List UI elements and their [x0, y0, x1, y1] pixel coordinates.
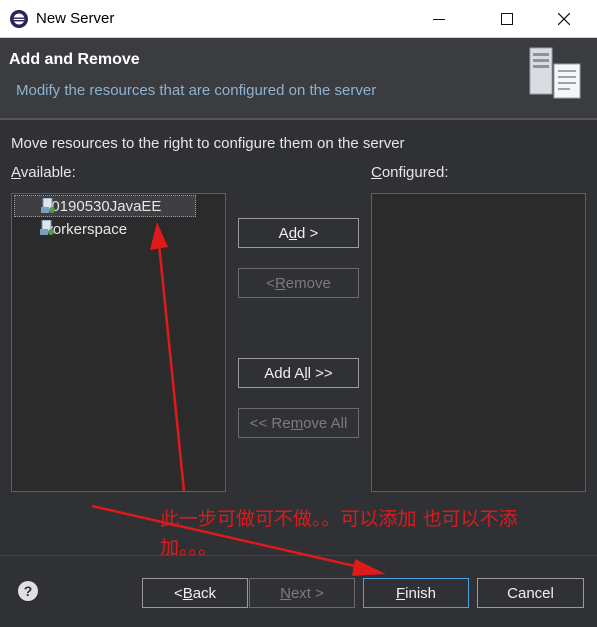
instruction-text: Move resources to the right to configure… — [11, 135, 405, 152]
project-icon — [41, 198, 55, 213]
remove-all-button[interactable]: << Re m ove All — [238, 408, 359, 438]
project-icon — [40, 220, 54, 235]
minimize-button[interactable] — [416, 0, 462, 38]
list-item-available-1[interactable]: workerspace — [14, 218, 196, 240]
page-subtitle: Modify the resources that are configured… — [16, 82, 377, 99]
list-item-label: workerspace — [42, 220, 128, 238]
eclipse-app-icon — [10, 10, 28, 28]
page-title: Add and Remove — [9, 51, 140, 68]
add-all-button[interactable]: Add All >> — [238, 358, 359, 388]
minimize-icon — [433, 19, 445, 20]
close-button[interactable] — [541, 0, 587, 38]
maximize-icon — [501, 13, 513, 25]
footer-divider — [0, 555, 597, 556]
list-item-label: 20190530JavaEE — [43, 197, 162, 215]
remove-button[interactable]: < Remove — [238, 268, 359, 298]
configured-label: Configured: — [371, 164, 449, 181]
close-icon — [558, 13, 570, 25]
title-bar: New Server — [0, 0, 597, 38]
back-button[interactable]: < Back — [142, 578, 248, 608]
window-title: New Server — [36, 10, 115, 27]
available-label: Available: — [11, 164, 76, 181]
next-button[interactable]: Next > — [249, 578, 355, 608]
wizard-header — [0, 38, 597, 118]
server-banner-icon — [520, 44, 586, 102]
add-button[interactable]: Add > — [238, 218, 359, 248]
list-item-available-0[interactable]: 20190530JavaEE — [14, 195, 196, 217]
cancel-button[interactable]: Cancel — [477, 578, 584, 608]
finish-button[interactable]: Finish — [363, 578, 469, 608]
configured-list[interactable] — [371, 193, 586, 492]
help-icon[interactable]: ? — [18, 581, 38, 601]
maximize-button[interactable] — [484, 0, 530, 38]
header-divider — [0, 118, 597, 120]
